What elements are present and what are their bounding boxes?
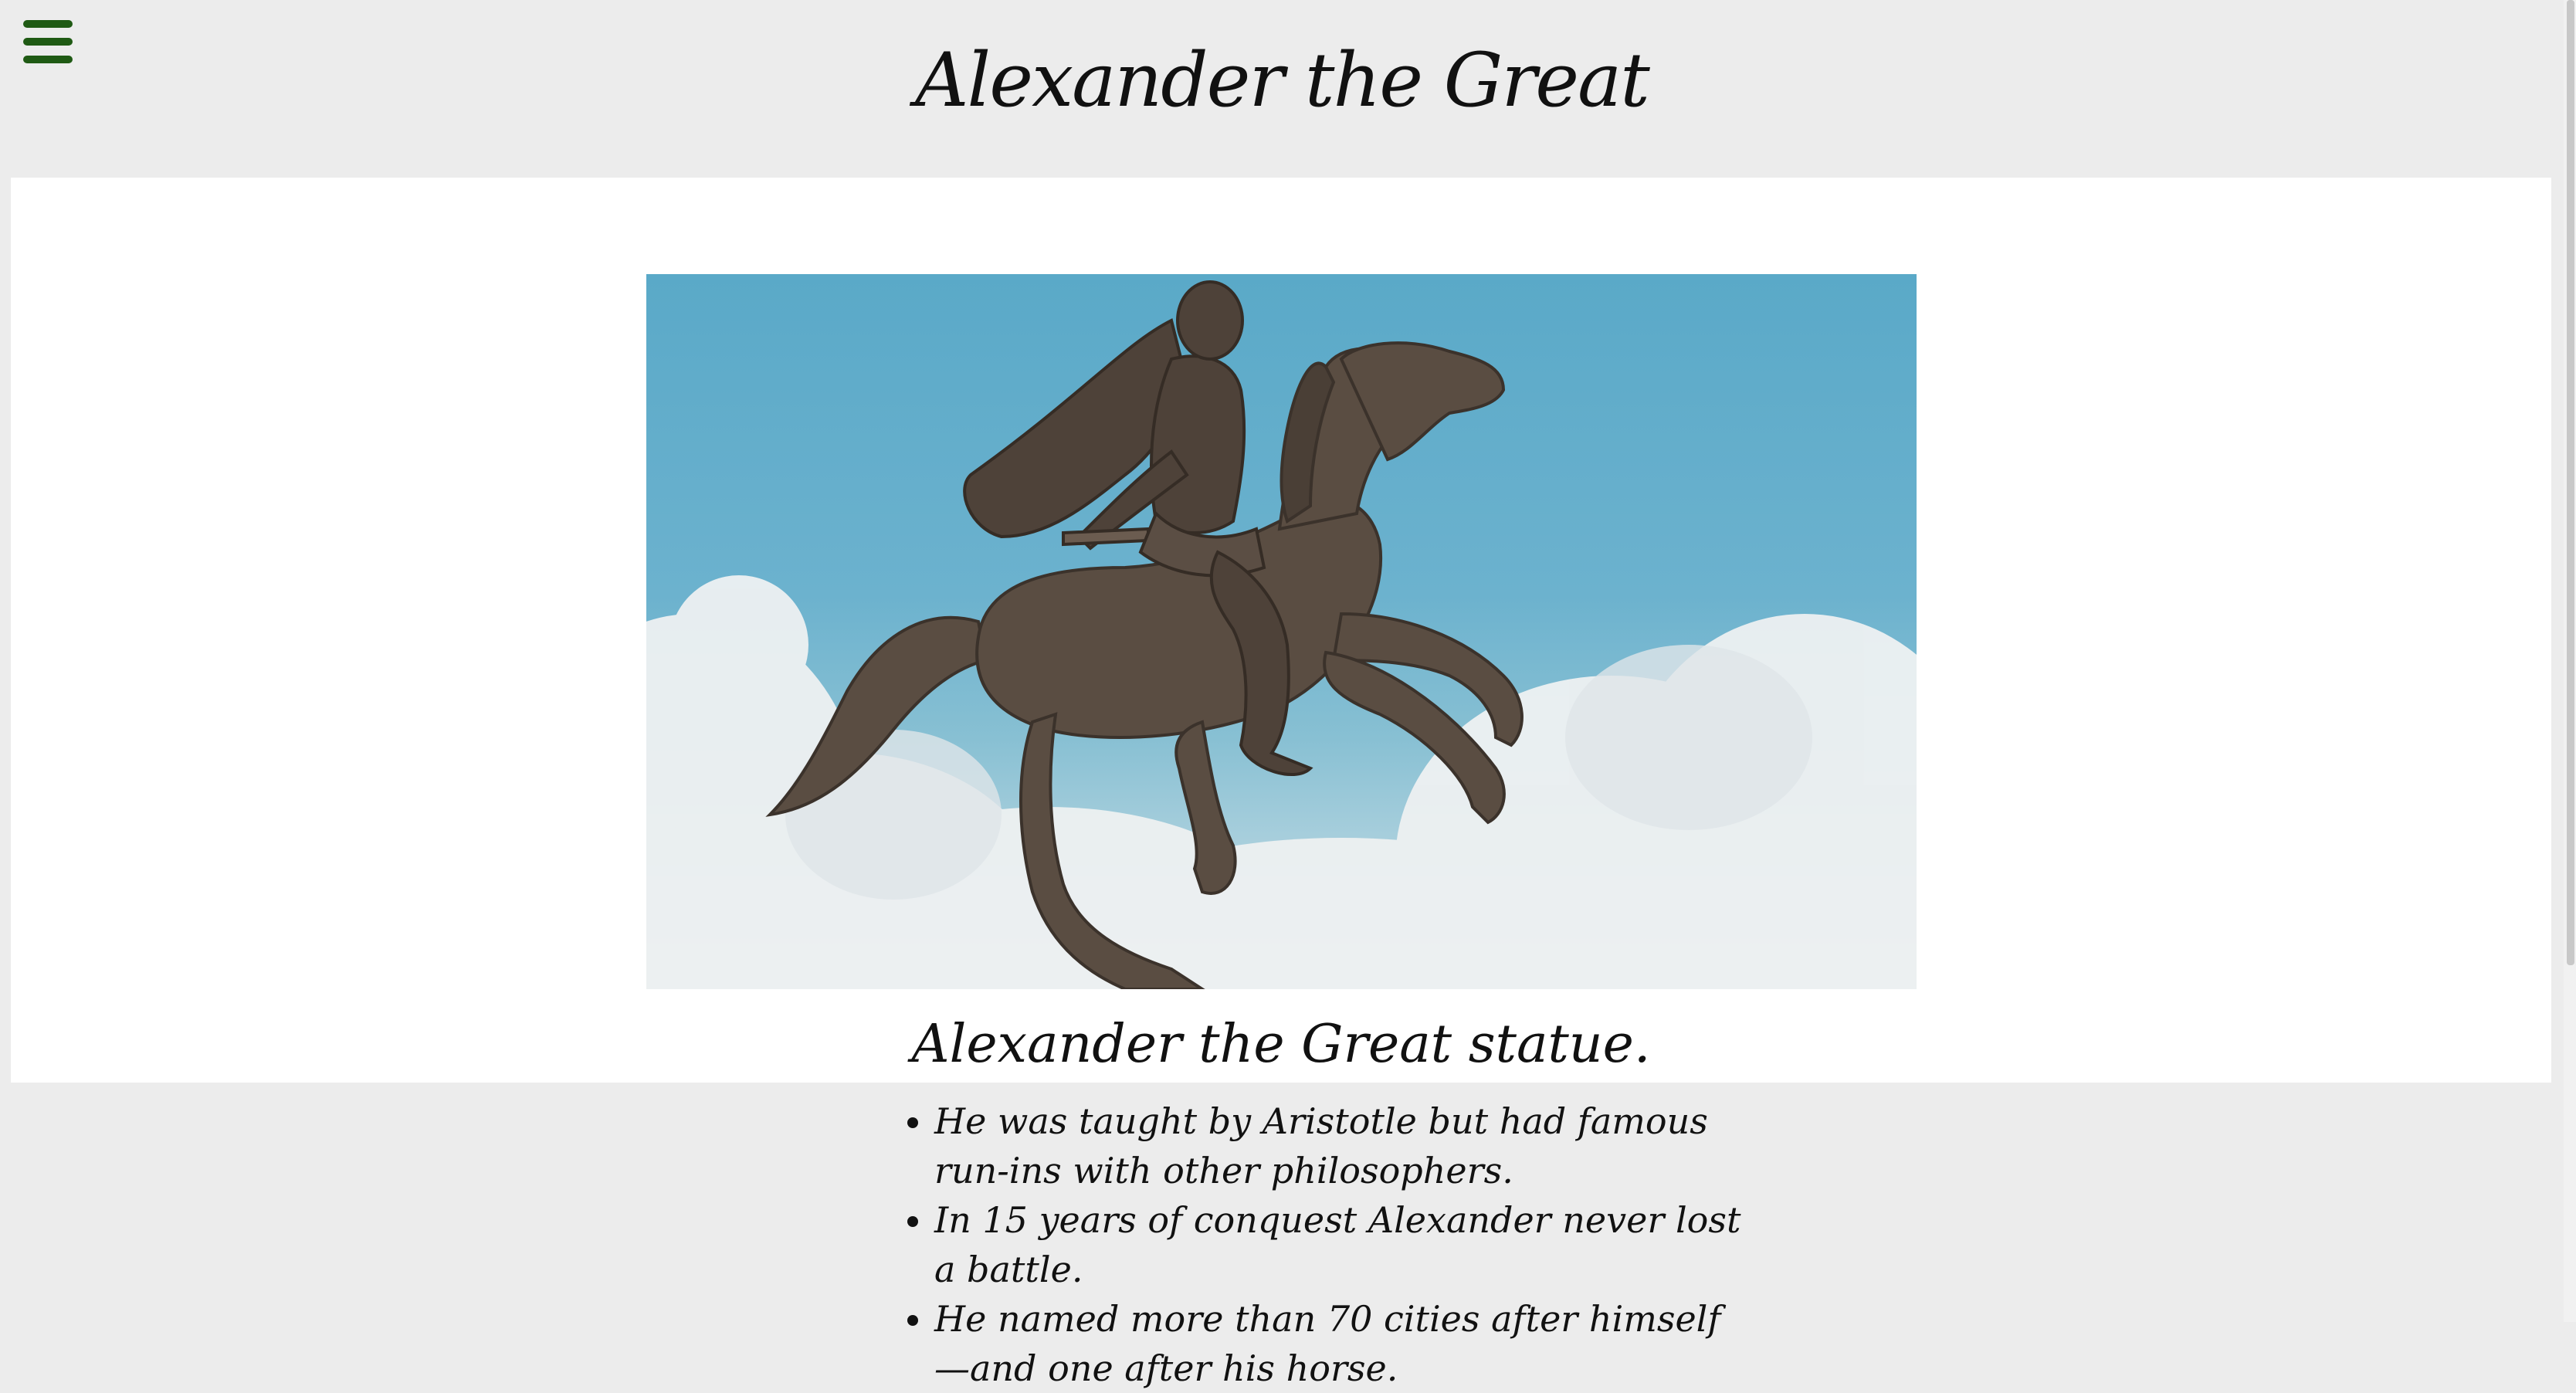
page-title: Alexander the Great (915, 37, 1650, 124)
statue-image (646, 274, 1917, 989)
menu-bar (23, 20, 73, 28)
statue-illustration (646, 280, 1917, 989)
list-item: He named more than 70 cities after himse… (934, 1294, 1753, 1393)
scrollbar-thumb[interactable] (2567, 0, 2574, 965)
hero-section: Alexander the Great statue. (11, 178, 2551, 1083)
list-item: In 15 years of conquest Alexander never … (934, 1195, 1753, 1294)
scrollbar[interactable] (2564, 0, 2576, 1322)
image-caption: Alexander the Great statue. (911, 1014, 1651, 1075)
list-item: He was taught by Aristotle but had famou… (934, 1096, 1753, 1195)
facts-list: He was taught by Aristotle but had famou… (903, 1096, 1753, 1393)
